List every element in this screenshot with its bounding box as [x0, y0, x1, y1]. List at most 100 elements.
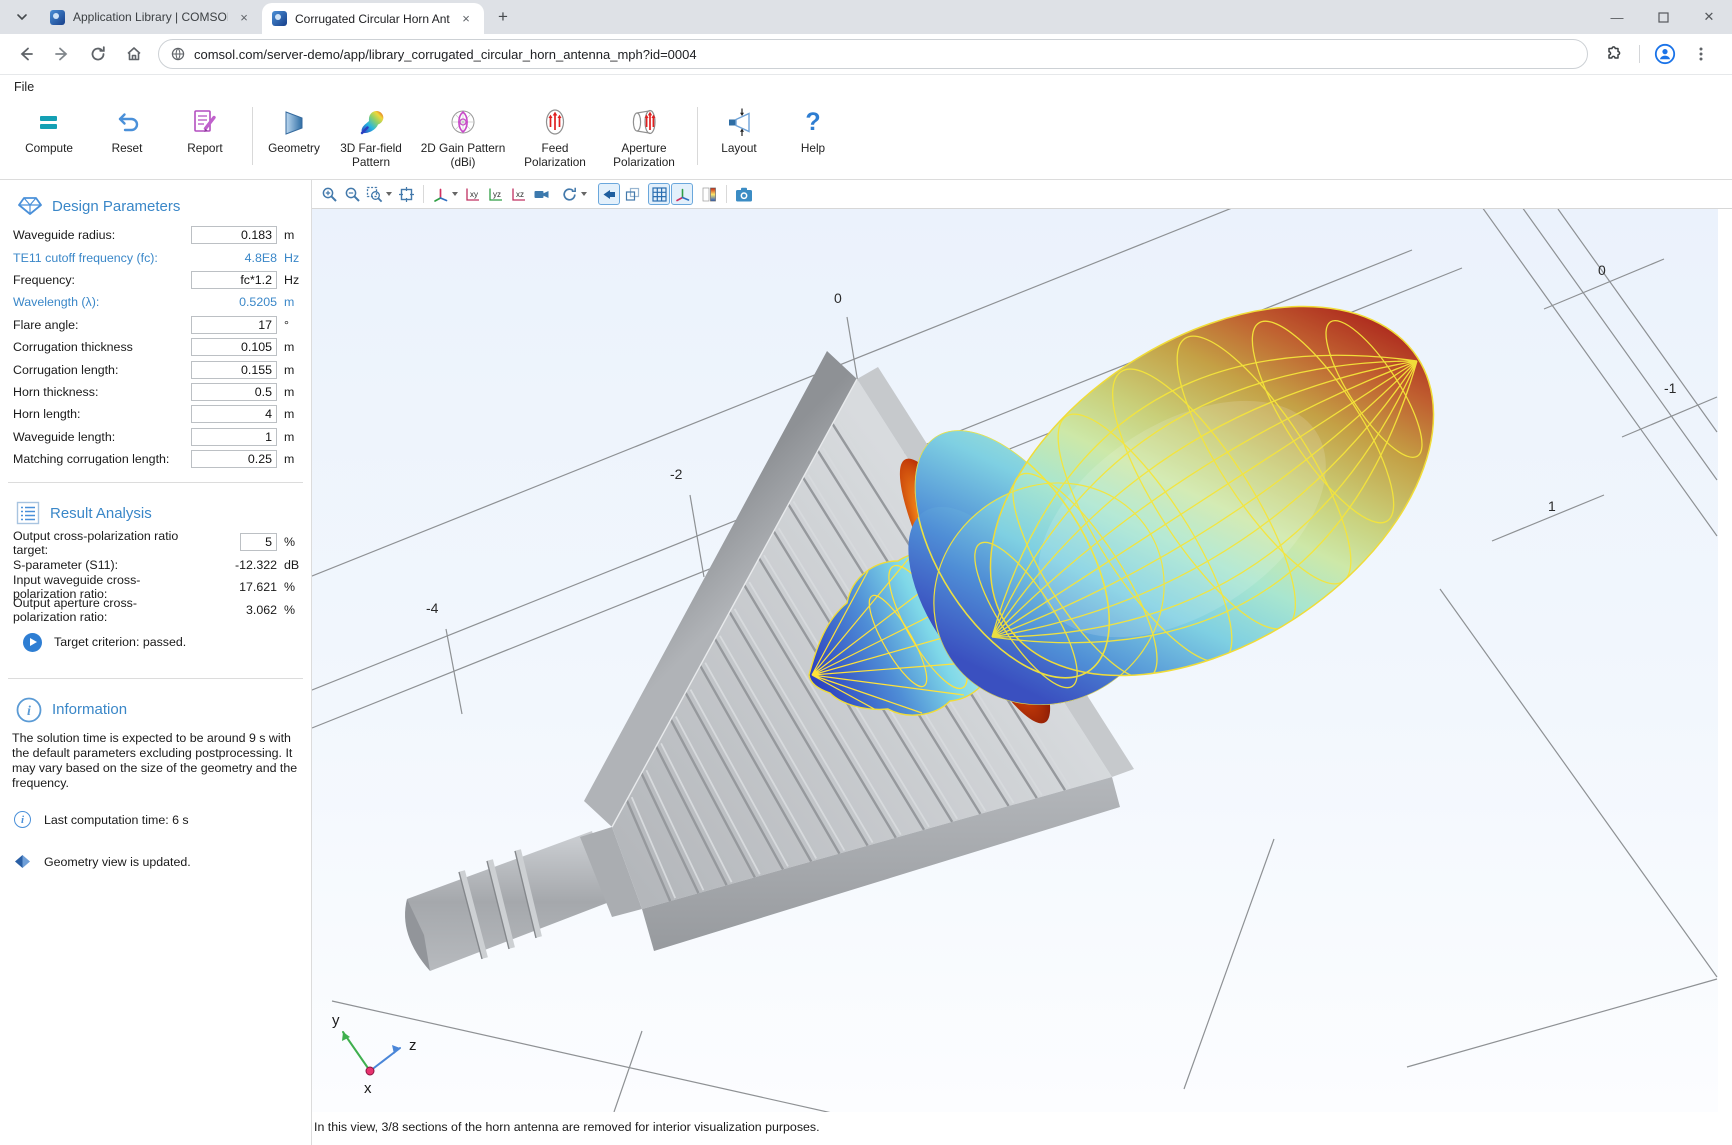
- extensions-button[interactable]: [1599, 39, 1629, 69]
- tab-title: Application Library | COMSOL S: [73, 10, 228, 24]
- waveguide-radius-input[interactable]: [191, 226, 277, 244]
- horn-length-input[interactable]: [191, 405, 277, 423]
- section-divider: [8, 678, 303, 679]
- aperture-polarization-icon: [629, 105, 659, 139]
- result-analysis-icon: [16, 501, 40, 525]
- tick-label: 0: [1598, 262, 1606, 278]
- home-button[interactable]: [119, 39, 149, 69]
- toolbar-separator: [423, 185, 424, 203]
- tick-label: 1: [1548, 498, 1556, 514]
- farfield-3d-button[interactable]: 3D Far-field Pattern: [327, 99, 415, 175]
- tab-close-icon[interactable]: ×: [236, 9, 252, 25]
- geometry-icon: [279, 105, 309, 139]
- reset-button[interactable]: Reset: [88, 99, 166, 175]
- axis-orientation-toggle[interactable]: [671, 183, 693, 205]
- waveguide-length-input[interactable]: [191, 428, 277, 446]
- param-row: Matching corrugation length:m: [0, 448, 311, 470]
- geometry-updated-icon: [14, 854, 31, 869]
- flare-angle-input[interactable]: [191, 316, 277, 334]
- url-bar[interactable]: comsol.com/server-demo/app/library_corru…: [158, 39, 1588, 69]
- rotate-view-icon[interactable]: [559, 183, 589, 205]
- design-parameters-icon: [16, 194, 42, 218]
- browser-tab-strip: Application Library | COMSOL S × Corruga…: [0, 0, 1732, 34]
- result-analysis-header: Result Analysis: [0, 495, 311, 531]
- zoom-box-icon[interactable]: [364, 183, 394, 205]
- geometry-button[interactable]: Geometry: [261, 99, 327, 175]
- param-row: Horn thickness:m: [0, 381, 311, 403]
- gain-2d-icon: [448, 105, 478, 139]
- browser-tab-active[interactable]: Corrugated Circular Horn Anten ×: [262, 3, 484, 34]
- param-row: Corrugation thicknessm: [0, 336, 311, 358]
- feed-polarization-button[interactable]: Feed Polarization: [511, 99, 599, 175]
- ribbon-separator: [252, 107, 253, 165]
- scene-light-toggle[interactable]: [598, 183, 620, 205]
- window-controls: — ✕: [1594, 0, 1732, 34]
- view-xy-icon[interactable]: xy: [461, 183, 483, 205]
- forward-arrow-icon: [53, 45, 71, 63]
- corrugation-thickness-input[interactable]: [191, 338, 277, 356]
- play-icon: [23, 633, 42, 652]
- tab-close-icon[interactable]: ×: [458, 11, 474, 27]
- zoom-out-icon[interactable]: [341, 183, 363, 205]
- maximize-button[interactable]: [1640, 0, 1686, 34]
- close-button[interactable]: ✕: [1686, 0, 1732, 34]
- geometry-updated-row: Geometry view is updated.: [0, 828, 311, 869]
- design-parameters-header: Design Parameters: [0, 188, 311, 224]
- grid-toggle[interactable]: [648, 183, 670, 205]
- browser-tab-inactive[interactable]: Application Library | COMSOL S ×: [40, 0, 262, 34]
- param-row: Waveguide radius:m: [0, 224, 311, 246]
- view-xz-icon[interactable]: xz: [507, 183, 529, 205]
- svg-text:i: i: [27, 704, 31, 719]
- screenshot-icon[interactable]: [733, 183, 755, 205]
- information-body: The solution time is expected to be arou…: [0, 729, 311, 792]
- tab-title: Corrugated Circular Horn Anten: [295, 12, 450, 26]
- layout-button[interactable]: Layout: [706, 99, 772, 175]
- matching-corrugation-length-input[interactable]: [191, 450, 277, 468]
- zoom-in-icon[interactable]: [318, 183, 340, 205]
- new-tab-button[interactable]: +: [490, 4, 516, 30]
- param-row: Waveguide length:m: [0, 426, 311, 448]
- target-criterion-status: Target criterion: passed.: [0, 621, 311, 652]
- browser-navbar: comsol.com/server-demo/app/library_corru…: [0, 34, 1732, 75]
- minimize-button[interactable]: —: [1594, 0, 1640, 34]
- reload-button[interactable]: [83, 39, 113, 69]
- help-button[interactable]: ? Help: [786, 99, 840, 175]
- site-info-icon: [171, 47, 185, 61]
- file-menu[interactable]: File: [14, 80, 34, 94]
- graphics-toolbar: xy yz xz: [312, 180, 1732, 209]
- aperture-polarization-button[interactable]: Aperture Polarization: [599, 99, 689, 175]
- information-icon: i: [16, 697, 42, 723]
- report-button[interactable]: Report: [166, 99, 244, 175]
- default-view-icon[interactable]: [430, 183, 460, 205]
- gain-2d-button[interactable]: 2D Gain Pattern (dBi): [415, 99, 511, 175]
- information-header: i Information: [0, 691, 311, 729]
- transparency-toggle[interactable]: [621, 183, 643, 205]
- view-yz-icon[interactable]: yz: [484, 183, 506, 205]
- view-caption: In this view, 3/8 sections of the horn a…: [312, 1112, 1732, 1134]
- horn-thickness-input[interactable]: [191, 383, 277, 401]
- compute-icon: [34, 105, 64, 139]
- back-arrow-icon: [17, 45, 35, 63]
- zoom-extents-icon[interactable]: [395, 183, 417, 205]
- last-computation-row: i Last computation time: 6 s: [0, 791, 311, 828]
- puzzle-icon: [1605, 45, 1623, 63]
- triad-label-z: z: [409, 1037, 417, 1054]
- help-icon: ?: [805, 105, 820, 139]
- tab-search-button[interactable]: [8, 3, 36, 31]
- layout-icon: [724, 105, 754, 139]
- corrugation-length-input[interactable]: [191, 361, 277, 379]
- scene-camera-icon[interactable]: [530, 183, 552, 205]
- compute-button[interactable]: Compute: [10, 99, 88, 175]
- param-row: Horn length:m: [0, 403, 311, 425]
- cross-polarization-target-input[interactable]: [240, 533, 277, 551]
- 3d-graphics-canvas[interactable]: 0 -2 -4 0 -1 1: [312, 209, 1718, 1112]
- frequency-input[interactable]: [191, 271, 277, 289]
- color-legend-toggle[interactable]: [698, 183, 720, 205]
- forward-button[interactable]: [47, 39, 77, 69]
- back-button[interactable]: [11, 39, 41, 69]
- browser-menu-button[interactable]: [1686, 39, 1716, 69]
- app-menubar: File: [0, 75, 1732, 99]
- profile-button[interactable]: [1650, 39, 1680, 69]
- s-parameter-value: -12.322: [235, 558, 277, 572]
- reset-icon: [112, 105, 142, 139]
